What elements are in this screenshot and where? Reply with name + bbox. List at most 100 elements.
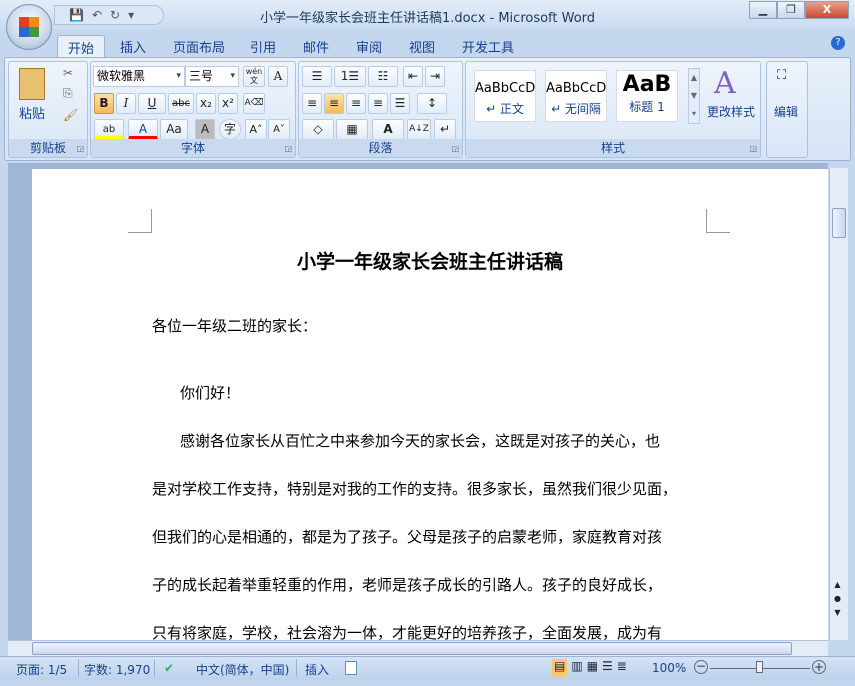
web-layout-icon[interactable]: ▦ (587, 659, 598, 677)
undo-icon[interactable]: ↶ (92, 8, 102, 22)
tab-references[interactable]: 引用 (240, 35, 286, 57)
editing-group: ⛶ 编辑 (766, 61, 808, 158)
dialog-launcher-icon[interactable]: ◲ (76, 144, 84, 153)
align-right-button[interactable]: ≡ (346, 93, 366, 114)
scroll-thumb[interactable] (32, 642, 792, 655)
underline-button[interactable]: U (138, 93, 166, 114)
style-normal[interactable]: AaBbCcD ↵ 正文 (474, 70, 536, 122)
minimize-button[interactable]: ▁ (749, 1, 777, 19)
decrease-indent-button[interactable]: ⇤ (403, 66, 423, 87)
dialog-launcher-icon[interactable]: ◲ (284, 144, 292, 153)
crop-mark (706, 209, 730, 233)
borders-button[interactable]: ▦ (336, 119, 368, 140)
tab-view[interactable]: 视图 (399, 35, 445, 57)
superscript-button[interactable]: x² (218, 93, 238, 114)
styles-label: 样式 (466, 139, 760, 157)
style-no-spacing[interactable]: AaBbCcD ↵ 无间隔 (545, 70, 607, 122)
justify-button[interactable]: ≡ (368, 93, 388, 114)
font-size-select[interactable]: 三号 (185, 66, 239, 87)
style-preview: AaBbCcD (546, 81, 607, 96)
line-spacing-button[interactable]: ↕ (417, 93, 447, 114)
editing-button[interactable]: 编辑 (774, 103, 798, 120)
character-border-button[interactable]: A (268, 66, 288, 87)
paste-button[interactable]: 粘贴 (19, 103, 45, 122)
numbering-button[interactable]: 1☰ (334, 66, 366, 87)
word-count[interactable]: 字数: 1,970 (84, 661, 150, 678)
zoom-in-icon[interactable]: + (812, 660, 826, 674)
center-button[interactable]: ≡ (324, 93, 344, 114)
tab-developer[interactable]: 开发工具 (452, 35, 524, 57)
italic-button[interactable]: I (116, 93, 136, 114)
clear-formatting-button[interactable]: A⌫ (243, 93, 265, 114)
office-logo-icon (19, 17, 39, 37)
shrink-font-button[interactable]: A˅ (268, 119, 290, 140)
bold-button[interactable]: B (94, 93, 114, 114)
customize-qat-icon[interactable]: ▾ (128, 8, 134, 22)
restore-button[interactable]: ❐ (777, 1, 805, 19)
increase-indent-button[interactable]: ⇥ (425, 66, 445, 87)
phonetic-guide-button[interactable]: wén文 (243, 66, 265, 87)
highlight-button[interactable]: ab (94, 119, 124, 140)
asian-layout-button[interactable]: A (372, 119, 404, 140)
change-styles-icon: A (714, 66, 736, 101)
help-icon[interactable]: ? (831, 36, 845, 50)
draft-icon[interactable]: ≣ (617, 659, 627, 677)
print-layout-icon[interactable]: ▤ (552, 659, 568, 677)
subscript-button[interactable]: x₂ (196, 93, 216, 114)
tab-insert[interactable]: 插入 (110, 35, 156, 57)
outline-icon[interactable]: ☰ (602, 659, 613, 677)
scroll-thumb[interactable] (832, 208, 846, 238)
character-shading-button[interactable]: A (195, 119, 215, 140)
copy-icon[interactable]: ⎘ (63, 86, 73, 101)
show-marks-button[interactable]: ↵ (434, 119, 456, 140)
font-name-select[interactable]: 微软雅黑 (93, 66, 185, 87)
sort-button[interactable]: A↓Z (407, 119, 431, 140)
save-icon[interactable]: 💾 (69, 8, 84, 22)
align-left-button[interactable]: ≡ (302, 93, 322, 114)
proofing-icon[interactable]: ✔ (164, 661, 174, 675)
zoom-level[interactable]: 100% (652, 661, 686, 675)
dialog-launcher-icon[interactable]: ◲ (749, 144, 757, 153)
redo-icon[interactable]: ↻ (110, 8, 120, 22)
insert-mode[interactable]: 插入 (305, 661, 329, 678)
change-case-button[interactable]: Aa (160, 119, 188, 140)
enclose-characters-button[interactable]: 字 (219, 119, 241, 140)
paragraph-line: 各位一年级二班的家长： (152, 317, 318, 335)
format-painter-icon[interactable]: 🖌 (63, 108, 78, 122)
tab-review[interactable]: 审阅 (346, 35, 392, 57)
paragraph-label: 段落 (299, 139, 462, 157)
reading-icon[interactable]: ▥ (571, 659, 582, 677)
macro-recording-icon[interactable] (345, 661, 357, 675)
distributed-button[interactable]: ☰ (390, 93, 410, 114)
zoom-out-icon[interactable]: − (694, 660, 708, 674)
document-page[interactable]: 小学一年级家长会班主任讲话稿 各位一年级二班的家长： 你们好！ 感谢各位家长从百… (32, 169, 828, 640)
tab-mailings[interactable]: 邮件 (293, 35, 339, 57)
status-bar: 页面: 1/5 字数: 1,970 ✔ 中文(简体，中国) 插入 ▤ ▥ ▦ ☰ ≣ 1… (0, 656, 855, 680)
dialog-launcher-icon[interactable]: ◲ (451, 144, 459, 153)
style-heading-1[interactable]: AaB 标题 1 (616, 70, 678, 122)
multilevel-list-button[interactable]: ☷ (368, 66, 398, 87)
strikethrough-button[interactable]: abc (168, 93, 194, 114)
office-button[interactable] (6, 4, 52, 50)
styles-scroll[interactable]: ▲ ▼ ▾ (688, 68, 700, 124)
grow-font-button[interactable]: A˄ (245, 119, 267, 140)
clipboard-group: 粘贴 ✂ ⎘ 🖌 剪贴板 ◲ (8, 61, 88, 158)
paragraph-line: 子的成长起着举重轻重的作用，老师是孩子成长的引路人。孩子的良好成长， (152, 576, 663, 594)
shading-button[interactable]: ◇ (302, 119, 334, 140)
bullets-button[interactable]: ☰ (302, 66, 332, 87)
ribbon: 粘贴 ✂ ⎘ 🖌 剪贴板 ◲ 微软雅黑 三号 wén文 A B I U abc … (4, 57, 851, 161)
page-count[interactable]: 页面: 1/5 (16, 661, 67, 678)
change-styles-button[interactable]: 更改样式 (707, 103, 755, 120)
horizontal-scrollbar[interactable] (8, 640, 828, 656)
browse-object-buttons[interactable]: ▲ ● ▼ (834, 578, 841, 620)
find-icon: ⛶ (777, 68, 787, 83)
close-button[interactable]: X (805, 1, 849, 19)
tab-home[interactable]: 开始 (57, 35, 106, 57)
zoom-slider-thumb[interactable] (756, 661, 763, 673)
font-color-button[interactable]: A (128, 119, 158, 140)
paragraph-line: 是对学校工作支持，特别是对我的工作的支持。很多家长，虽然我们很少见面， (152, 480, 678, 498)
cut-icon[interactable]: ✂ (63, 66, 73, 80)
tab-page-layout[interactable]: 页面布局 (163, 35, 235, 57)
vertical-scrollbar[interactable]: ▲ ● ▼ (829, 168, 848, 640)
language[interactable]: 中文(简体，中国) (196, 661, 289, 678)
